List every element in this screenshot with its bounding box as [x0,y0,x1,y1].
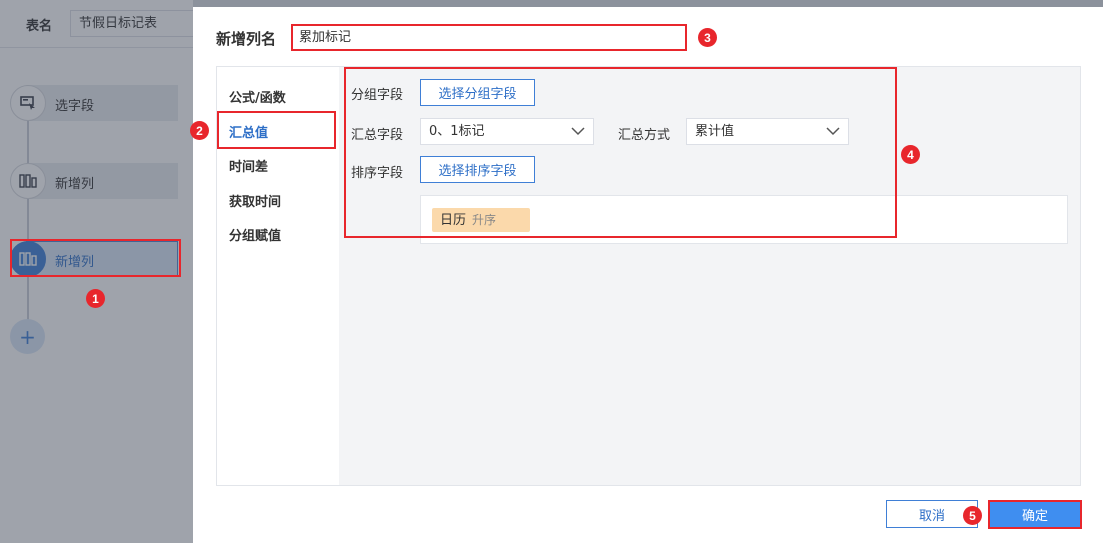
step-add-column-1[interactable]: 新增列 [10,163,178,199]
menu-item-formula[interactable]: 公式/函数 [229,87,286,106]
annotation-badge: 4 [901,145,920,164]
menu-item-group-assign[interactable]: 分组赋值 [229,225,281,244]
annotation-badge: 1 [86,289,105,308]
menu-item-time-diff[interactable]: 时间差 [229,156,268,175]
annotation-box-step [10,239,181,277]
annotation-box-config [344,67,897,238]
menu-item-get-time[interactable]: 获取时间 [229,191,281,210]
add-column-dialog: 新增列名 累加标记 3 公式/函数 汇总值 时间差 获取时间 分组赋值 2 分组… [190,0,1103,543]
dialog-top-border [193,0,1103,7]
annotation-badge: 3 [698,28,717,47]
column-name-input[interactable]: 累加标记 [291,24,687,51]
annotation-badge: 2 [190,121,209,140]
select-field-icon [10,85,46,121]
column-name-label: 新增列名 [216,30,277,48]
step-bar [26,163,178,199]
column-icon [10,163,46,199]
step-connector-line [27,103,29,335]
table-name-input[interactable]: 节假日标记表 [70,10,193,37]
table-name-label: 表名 [26,19,53,34]
step-bar [26,85,178,121]
step-label: 新增列 [55,177,95,192]
confirm-button[interactable]: 确定 [988,500,1082,529]
step-select-field[interactable]: 选字段 [10,85,178,121]
step-label: 选字段 [55,99,95,114]
table-name-row: 表名 节假日标记表 [0,0,193,48]
annotation-badge: 5 [963,506,982,525]
add-step-button[interactable]: + [10,319,45,354]
annotation-box-menu [217,111,336,149]
